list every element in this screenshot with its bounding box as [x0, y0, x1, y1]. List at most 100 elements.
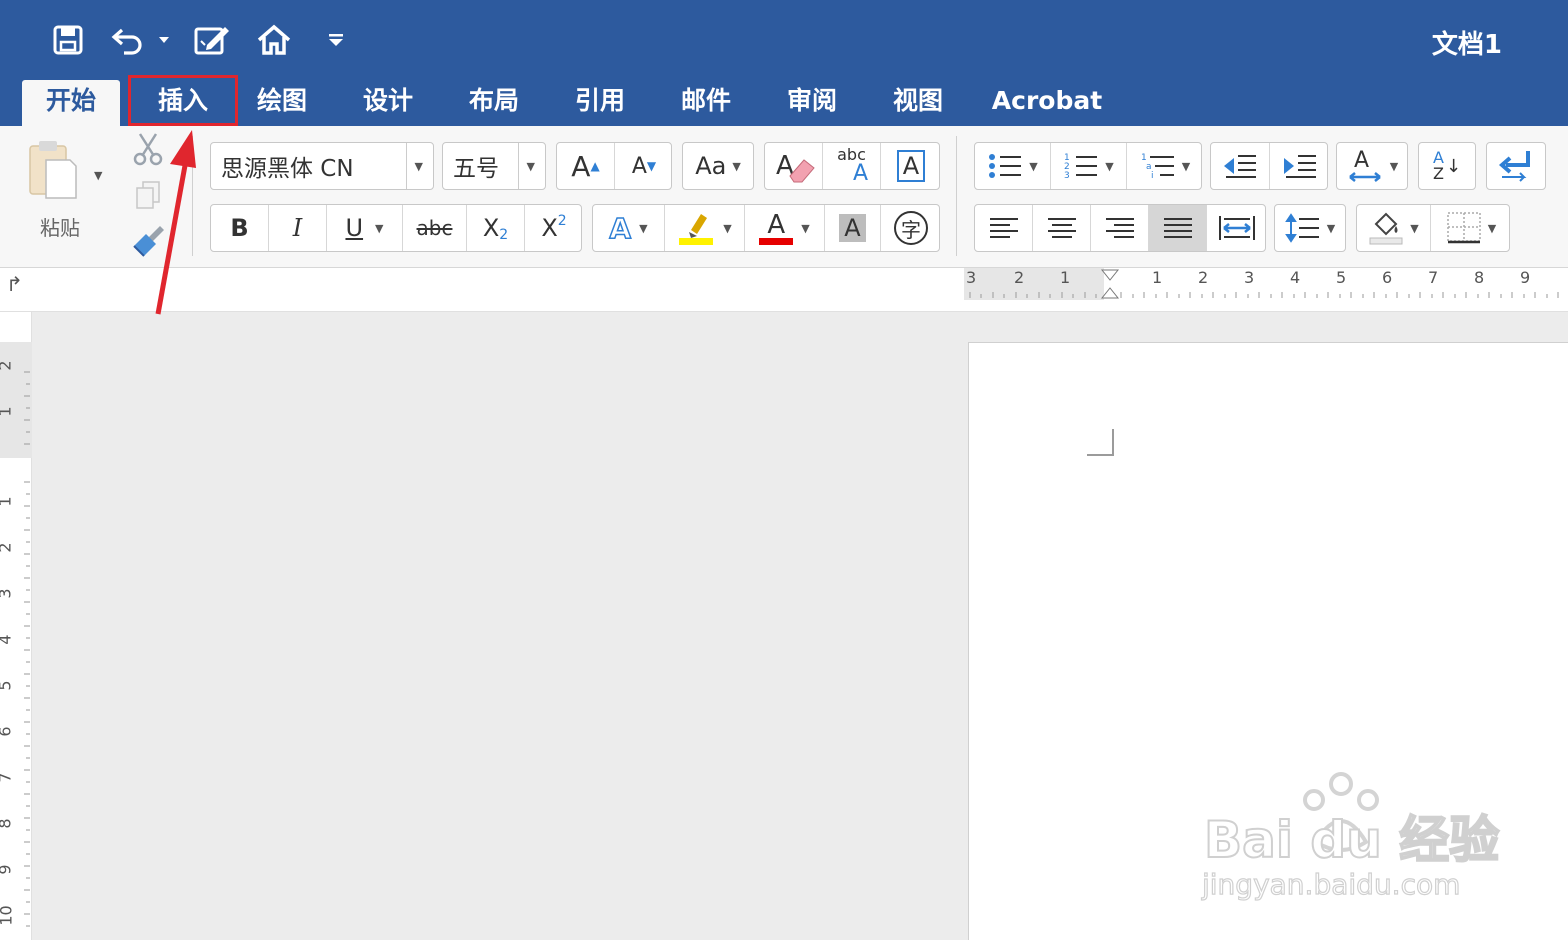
ruler-label: 1: [1152, 268, 1163, 287]
tab-layout[interactable]: 布局: [450, 80, 538, 126]
change-case-button[interactable]: Aa ▼: [682, 142, 754, 190]
tab-acrobat[interactable]: Acrobat: [986, 80, 1108, 126]
text-direction-button[interactable]: A ▼: [1336, 142, 1408, 190]
superscript-base: X: [541, 214, 558, 242]
justify-button[interactable]: [1149, 205, 1207, 251]
ruler-label: 8: [0, 818, 15, 828]
edit-document-icon: [194, 27, 229, 55]
vertical-ruler[interactable]: 2 1 1 2 3 4 5 6 7 8 9 10: [0, 312, 32, 940]
font-color-button[interactable]: A ▼: [745, 205, 825, 251]
chevron-down-icon: ▼: [414, 159, 423, 173]
tab-review[interactable]: 审阅: [768, 80, 856, 126]
document-page[interactable]: [968, 342, 1568, 940]
bullet-list-icon: [989, 154, 1022, 178]
line-spacing-button[interactable]: ▼: [1274, 204, 1346, 252]
chevron-down-icon: ▼: [1105, 159, 1114, 173]
tab-references[interactable]: 引用: [556, 80, 644, 126]
subscript-button[interactable]: X2: [467, 205, 525, 251]
font-size-group: A ▲ A ▼: [556, 142, 672, 190]
text-effects-button[interactable]: A ▼: [593, 205, 665, 251]
character-border-button[interactable]: A: [881, 143, 941, 189]
tab-view[interactable]: 视图: [874, 80, 962, 126]
paste-label: 粘贴: [40, 216, 80, 240]
chevron-down-icon: ▼: [1181, 159, 1191, 173]
sort-button[interactable]: A Z ↓: [1418, 142, 1476, 190]
character-shading-button[interactable]: A: [825, 205, 881, 251]
tab-design[interactable]: 设计: [344, 80, 432, 126]
ruler-label: 5: [0, 680, 15, 690]
multilevel-list-icon: 1ai: [1141, 153, 1174, 181]
phonetic-guide-button[interactable]: abc A: [823, 143, 881, 189]
horizontal-ruler[interactable]: 3 2 1 1 2 3 4 5 6 7 8 9: [964, 268, 1568, 300]
text-direction-icon: A: [1348, 148, 1381, 182]
margin-corner-icon: [1087, 429, 1114, 456]
customize-toolbar-button[interactable]: [322, 18, 350, 62]
ruler-label: 1: [1060, 268, 1071, 287]
distributed-button[interactable]: [1207, 205, 1267, 251]
save-button[interactable]: [48, 18, 88, 62]
title-bar: 文档1: [0, 0, 1568, 80]
chevron-down-icon: ▼: [732, 159, 741, 173]
chevron-down-icon: ▼: [639, 221, 648, 235]
increase-indent-button[interactable]: [1270, 143, 1329, 189]
align-center-icon: [1047, 218, 1076, 238]
font-name-select[interactable]: 思源黑体 CN ▼: [210, 142, 434, 190]
bullets-button[interactable]: ▼: [975, 143, 1051, 189]
ruler-label: 6: [0, 726, 15, 736]
borders-button[interactable]: ▼: [1431, 205, 1511, 251]
ruler-label: 2: [0, 542, 15, 552]
undo-dropdown-button[interactable]: [152, 18, 176, 62]
shading-button[interactable]: ▼: [1357, 205, 1431, 251]
undo-button[interactable]: [108, 18, 148, 62]
tab-draw[interactable]: 绘图: [238, 80, 326, 126]
ruler-label: 1: [0, 406, 15, 416]
strikethrough-button[interactable]: abc: [403, 205, 467, 251]
ruler-label: 5: [1336, 268, 1347, 287]
align-right-button[interactable]: [1091, 205, 1149, 251]
subscript-digit: 2: [499, 227, 509, 243]
ruler-label: 1: [0, 496, 15, 506]
tab-selector-icon[interactable]: ↱: [6, 272, 23, 296]
show-formatting-button[interactable]: [1486, 142, 1546, 190]
superscript-digit: 2: [557, 213, 567, 229]
home-button[interactable]: [252, 18, 296, 62]
paste-dropdown[interactable]: ▼: [94, 164, 102, 183]
triangle-up-icon: ▲: [590, 159, 600, 173]
superscript-button[interactable]: X2: [525, 205, 583, 251]
tab-home[interactable]: 开始: [22, 80, 120, 126]
underline-button[interactable]: U ▼: [327, 205, 403, 251]
shrink-font-button[interactable]: A ▼: [615, 143, 673, 189]
edit-document-button[interactable]: [190, 18, 234, 62]
decrease-indent-button[interactable]: [1211, 143, 1270, 189]
align-center-button[interactable]: [1033, 205, 1091, 251]
align-left-button[interactable]: [975, 205, 1033, 251]
ruler-label: 2: [0, 360, 15, 370]
borders-icon: [1447, 212, 1481, 244]
character-border-label: A: [896, 150, 926, 182]
shrink-font-label: A: [631, 153, 647, 179]
list-group: ▼ 123 ▼ 1ai ▼: [974, 142, 1202, 190]
undo-icon: [111, 28, 142, 55]
italic-button[interactable]: I: [269, 205, 327, 251]
paste-button[interactable]: [24, 138, 84, 208]
enclose-characters-label: 字: [894, 211, 928, 245]
clear-formatting-button[interactable]: A: [765, 143, 823, 189]
ruler-label: 10: [0, 905, 16, 926]
ruler-label: 4: [1290, 268, 1301, 287]
numbering-button[interactable]: 123 ▼: [1051, 143, 1127, 189]
subscript-base: X: [482, 214, 500, 242]
line-spacing-icon: [1284, 213, 1319, 243]
font-color-swatch: [759, 237, 794, 245]
phonetic-bottom-label: A: [852, 161, 869, 186]
indent-group: [1210, 142, 1328, 190]
enclose-characters-button[interactable]: 字: [881, 205, 941, 251]
svg-text:3: 3: [1064, 171, 1070, 181]
highlight-button[interactable]: ▼: [665, 205, 745, 251]
chevron-down-icon: ▼: [1410, 221, 1419, 235]
multilevel-list-button[interactable]: 1ai ▼: [1127, 143, 1203, 189]
tab-mailings[interactable]: 邮件: [662, 80, 750, 126]
grow-font-button[interactable]: A ▲: [557, 143, 615, 189]
annotation-arrow-icon: [155, 130, 196, 315]
chevron-down-icon: ▼: [1487, 221, 1497, 235]
font-size-select[interactable]: 五号 ▼: [442, 142, 546, 190]
